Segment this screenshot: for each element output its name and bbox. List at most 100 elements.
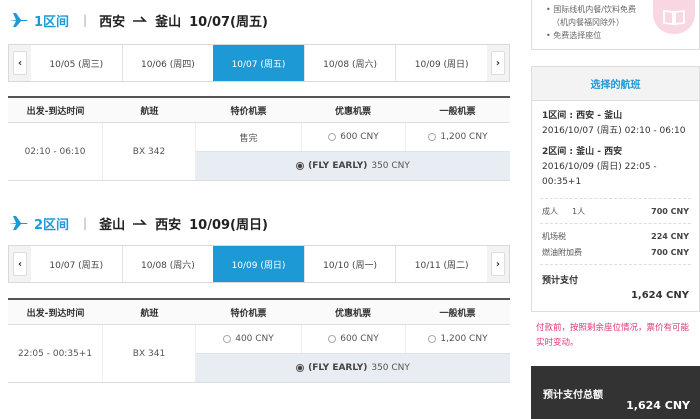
fuel-surcharge-row: 燃油附加费 700 CNY xyxy=(532,244,699,260)
special-fare-radio[interactable] xyxy=(223,335,232,344)
table-header: 出发-到达时间 航班 特价机票 优惠机票 一般机票 xyxy=(8,300,510,325)
table-header: 出发-到达时间 航班 特价机票 优惠机票 一般机票 xyxy=(8,98,510,123)
normal-fare[interactable]: 1,200 CNY xyxy=(405,123,510,152)
col-special: 特价机票 xyxy=(230,308,267,319)
benefit-text: （机内餐福冈除外） xyxy=(552,18,624,27)
chevron-left-icon: ‹ xyxy=(13,252,27,276)
leg-2-detail: 00:35+1 xyxy=(542,177,582,187)
normal-fare-radio[interactable] xyxy=(428,335,437,344)
total-label: 预计支付总额 xyxy=(543,390,603,401)
normal-price: 1,200 CNY xyxy=(440,334,488,345)
col-flight: 航班 xyxy=(140,308,159,319)
col-normal: 一般机票 xyxy=(439,106,476,117)
fly-early-radio[interactable] xyxy=(296,364,305,373)
date-tab-selected[interactable]: 10/09 (周日) xyxy=(213,246,304,282)
normal-fare-radio[interactable] xyxy=(428,133,437,142)
airplane-icon xyxy=(9,13,28,27)
route-title: 西安 釜山 10/07(周五) xyxy=(99,11,268,30)
prev-date-button[interactable]: ‹ xyxy=(9,45,31,81)
leg-2-summary: 2区间 : 釜山 - 西安 2016/10/09 (周日) 22:05 - 00… xyxy=(532,139,699,190)
fare-row: 400 CNY 600 CNY 1,200 CNY xyxy=(196,325,510,354)
estimate-amount: 1,624 CNY xyxy=(630,290,689,301)
discount-fare-radio[interactable] xyxy=(328,335,337,344)
normal-fare[interactable]: 1,200 CNY xyxy=(405,325,510,354)
adult-label: 成人 xyxy=(542,206,558,216)
origin: 西安 xyxy=(99,14,126,30)
fly-early-label: (FLY EARLY) xyxy=(308,161,368,172)
discount-fare-radio[interactable] xyxy=(328,133,337,142)
benefit-text: 免费选择座位 xyxy=(553,31,602,40)
estimate-label: 预计支付 xyxy=(542,276,579,286)
date-tab[interactable]: 10/09 (周日) xyxy=(395,45,487,81)
discount-price: 600 CNY xyxy=(340,334,379,345)
fare-row: 售完 600 CNY 1,200 CNY xyxy=(196,123,510,152)
col-normal: 一般机票 xyxy=(439,308,476,319)
date-selector-1: ‹ 10/05 (周三) 10/06 (周四) 10/07 (周五) 10/08… xyxy=(8,44,510,82)
discount-fare[interactable]: 600 CNY xyxy=(301,123,405,152)
leg-1-summary: 1区间 : 西安 - 釜山 2016/10/07 (周五) 02:10 - 06… xyxy=(532,101,699,139)
panel-title: 选择的航班 xyxy=(532,67,699,101)
discount-price: 600 CNY xyxy=(340,132,379,143)
adult-amount: 700 CNY xyxy=(651,206,689,216)
date-selector-2: ‹ 10/07 (周五) 10/08 (周六) 10/09 (周日) 10/10… xyxy=(8,245,510,283)
special-fare[interactable]: 400 CNY xyxy=(196,325,301,353)
flight-table-2: 出发-到达时间 航班 特价机票 优惠机票 一般机票 22:05 - 00:35+… xyxy=(8,298,510,383)
selected-flights-panel: 选择的航班 1区间 : 西安 - 釜山 2016/10/07 (周五) 02:1… xyxy=(531,66,700,312)
destination: 釜山 xyxy=(155,14,182,30)
date-tab[interactable]: 10/11 (周二) xyxy=(395,246,487,282)
date-tab-selected[interactable]: 10/07 (周五) xyxy=(213,45,304,81)
one-way-arrow-icon xyxy=(133,219,148,225)
segment-number: 1区间 xyxy=(34,14,70,30)
date-tab[interactable]: 10/06 (周四) xyxy=(121,45,214,81)
flight-number: BX 341 xyxy=(103,325,196,382)
route-date: 10/07(周五) xyxy=(189,14,268,30)
date-tab[interactable]: 10/10 (周一) xyxy=(303,246,396,282)
date-tab[interactable]: 10/08 (周六) xyxy=(121,246,214,282)
fuel-label: 燃油附加费 xyxy=(542,247,582,257)
divider xyxy=(540,198,691,199)
col-discount: 优惠机票 xyxy=(334,308,371,319)
fly-early-option[interactable]: (FLY EARLY) 350 CNY xyxy=(196,353,510,382)
fare-options: 售完 600 CNY 1,200 CNY (FLY EARLY) 350 CNY xyxy=(196,123,510,180)
fly-early-radio[interactable] xyxy=(296,162,305,171)
special-price: 400 CNY xyxy=(235,334,274,345)
discount-fare[interactable]: 600 CNY xyxy=(301,325,405,354)
destination: 西安 xyxy=(155,217,182,233)
prev-date-button[interactable]: ‹ xyxy=(9,246,31,282)
chevron-right-icon: › xyxy=(490,252,505,276)
one-way-arrow-icon xyxy=(133,16,148,22)
segment-number: 2区间 xyxy=(34,217,70,233)
next-date-button[interactable]: › xyxy=(486,45,509,81)
next-date-button[interactable]: › xyxy=(486,246,509,282)
date-tab[interactable]: 10/05 (周三) xyxy=(31,45,122,81)
fare-options: 400 CNY 600 CNY 1,200 CNY (FLY EARLY) 35… xyxy=(196,325,510,382)
date-tab[interactable]: 10/08 (周六) xyxy=(303,45,396,81)
flight-time: 22:05 - 00:35+1 xyxy=(8,325,103,382)
flight-time: 02:10 - 06:10 xyxy=(8,123,103,180)
fly-early-label: (FLY EARLY) xyxy=(308,363,368,374)
segment-1-header: 1区间 | 西安 釜山 10/07(周五) xyxy=(8,9,268,31)
leg-2-detail: 2016/10/09 (周日) 22:05 - xyxy=(542,162,657,172)
col-time: 出发-到达时间 xyxy=(26,106,85,117)
airport-tax-amount: 224 CNY xyxy=(651,231,689,241)
normal-price: 1,200 CNY xyxy=(440,132,488,143)
col-special: 特价机票 xyxy=(230,106,267,117)
route-date: 10/09(周日) xyxy=(189,217,268,233)
total-amount: 1,624 CNY xyxy=(626,399,690,412)
fly-early-option[interactable]: (FLY EARLY) 350 CNY xyxy=(196,151,510,180)
leg-1-detail: 2016/10/07 (周五) 02:10 - 06:10 xyxy=(542,126,686,136)
chevron-right-icon: › xyxy=(490,51,505,75)
divider xyxy=(540,223,691,224)
price-change-notice: 付款前，按照剩余座位情况，票价有可能实时变动。 xyxy=(536,323,690,348)
adult-count: 1人 xyxy=(572,206,586,216)
fly-early-price: 350 CNY xyxy=(371,363,410,374)
col-flight: 航班 xyxy=(140,106,159,117)
airplane-icon xyxy=(9,216,28,230)
fly-early-price: 350 CNY xyxy=(371,161,410,172)
flight-number: BX 342 xyxy=(103,123,196,180)
leg-2-head: 2区间 : 釜山 - 西安 xyxy=(542,147,623,157)
date-tab[interactable]: 10/07 (周五) xyxy=(31,246,122,282)
sold-out-label: 售完 xyxy=(239,133,258,144)
adult-fare-row: 成人 1人 700 CNY xyxy=(532,203,699,219)
total-payment-box: 预计支付总额 1,624 CNY xyxy=(531,366,700,419)
